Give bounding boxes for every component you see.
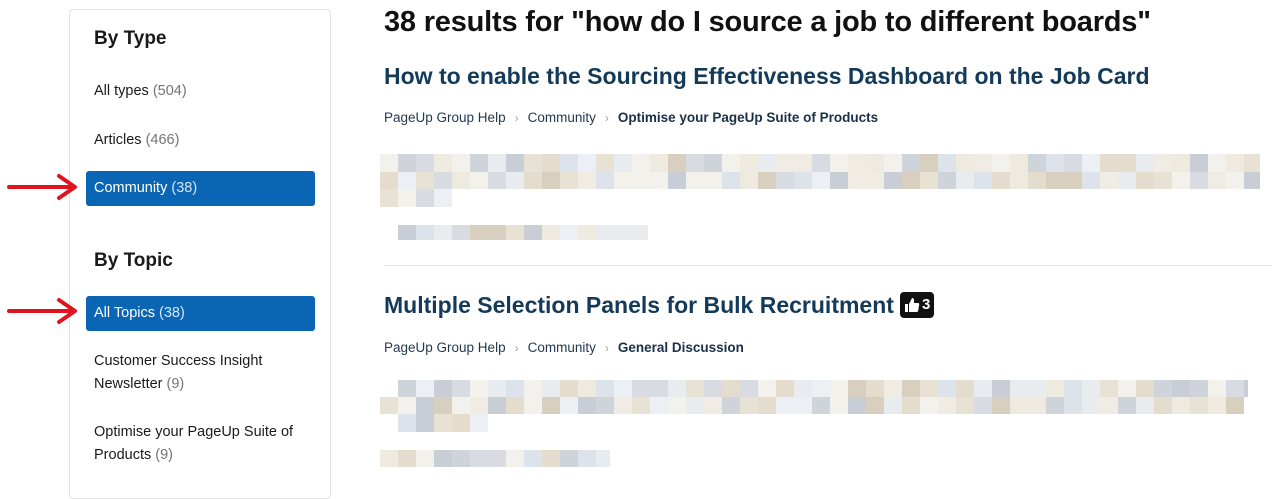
filter-label-line2: Products [94, 447, 152, 463]
by-topic-heading: By Topic [94, 250, 173, 271]
filter-customer-success-newsletter[interactable]: Customer Success Insight Newsletter (9) [86, 350, 315, 396]
filter-count: (504) [152, 83, 187, 99]
result-breadcrumb: PageUp Group Help › Community › Optimise… [384, 110, 878, 125]
filter-label-line1: Customer Success Insight [94, 353, 263, 369]
red-arrow-icon [7, 174, 77, 200]
red-arrow-icon [7, 298, 77, 324]
breadcrumb-community-link[interactable]: Community [528, 110, 596, 125]
vote-badge: 3 [899, 291, 935, 318]
blurred-meta [398, 225, 648, 240]
filter-label: Community [94, 180, 168, 196]
filter-optimise-pageup-suite[interactable]: Optimise your PageUp Suite of Products (… [86, 421, 315, 467]
breadcrumb-topic: Optimise your PageUp Suite of Products [617, 110, 879, 125]
filter-community[interactable]: Community (38) [86, 171, 315, 206]
results-heading: 38 results for "how do I source a job to… [384, 6, 1151, 38]
chevron-right-icon: › [604, 110, 609, 125]
blurred-meta [380, 450, 610, 467]
blurred-snippet [380, 397, 1246, 414]
filter-all-types[interactable]: All types (504) [86, 80, 315, 103]
filter-label-line2: Newsletter [94, 376, 163, 392]
breadcrumb-home-link[interactable]: PageUp Group Help [384, 340, 506, 355]
result-title-link[interactable]: Multiple Selection Panels for Bulk Recru… [384, 291, 935, 320]
blurred-snippet [380, 189, 452, 207]
blurred-snippet [380, 172, 1260, 189]
breadcrumb-home-link[interactable]: PageUp Group Help [384, 110, 506, 125]
filter-label: All types [94, 83, 149, 99]
filter-articles[interactable]: Articles (466) [86, 129, 315, 152]
filter-label: Articles [94, 132, 142, 148]
filter-label: All Topics [94, 305, 155, 321]
filter-count: (38) [159, 305, 185, 321]
vote-count: 3 [921, 296, 931, 314]
chevron-right-icon: › [514, 110, 519, 125]
filter-all-topics[interactable]: All Topics (38) [86, 296, 315, 331]
blurred-snippet [398, 414, 488, 432]
filter-count: (9) [166, 376, 185, 392]
blurred-snippet [380, 154, 1260, 172]
result-breadcrumb: PageUp Group Help › Community › General … [384, 340, 744, 355]
result-divider [384, 265, 1272, 266]
chevron-right-icon: › [514, 340, 519, 355]
filter-label-line1: Optimise your PageUp Suite of [94, 424, 294, 440]
filter-count: (38) [171, 180, 198, 196]
filter-count: (466) [145, 132, 180, 148]
breadcrumb-community-link[interactable]: Community [528, 340, 596, 355]
filter-count: (9) [155, 447, 173, 463]
chevron-right-icon: › [604, 340, 609, 355]
filter-sidebar: By Type All types (504) Articles (466) C… [69, 9, 331, 499]
by-type-heading: By Type [94, 28, 167, 49]
thumbs-up-icon [904, 297, 920, 312]
result-title-link[interactable]: How to enable the Sourcing Effectiveness… [384, 63, 1150, 90]
breadcrumb-topic: General Discussion [617, 340, 744, 355]
blurred-snippet [398, 380, 1248, 397]
result-title-text: Multiple Selection Panels for Bulk Recru… [384, 292, 894, 318]
